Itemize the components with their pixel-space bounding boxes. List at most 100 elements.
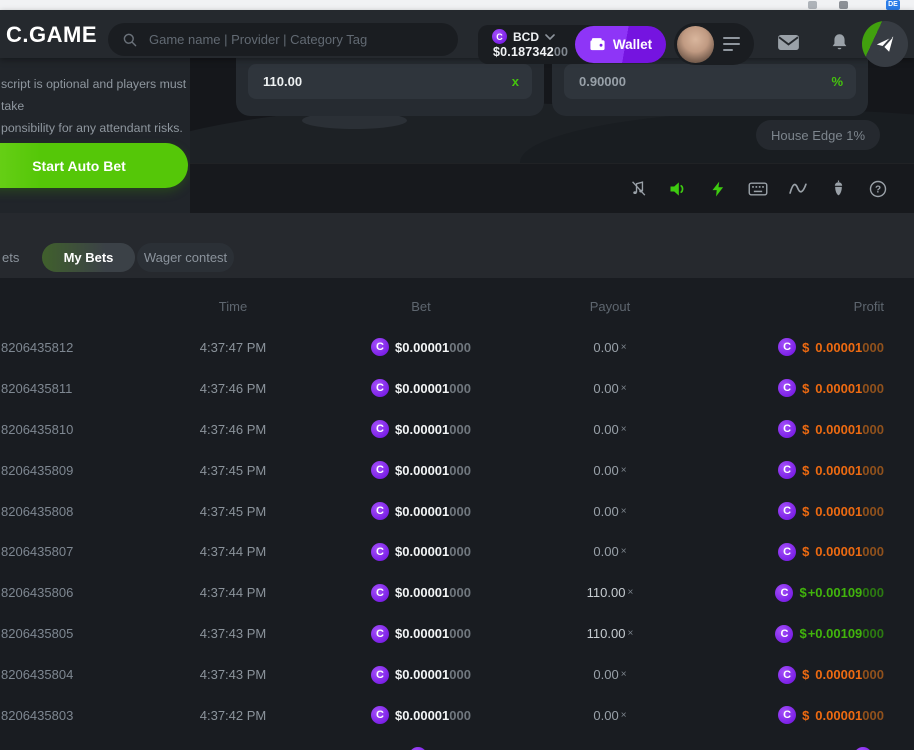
bet-id: 8206435803 [0, 695, 171, 736]
bet-profit: C $0.00001000 [709, 695, 884, 736]
browser-toolbar-strip: DE [0, 0, 914, 10]
bet-amount: C $0.00001000 [346, 654, 496, 695]
table-row[interactable]: 8206435810 4:37:46 PM C $0.00001000 0.00… [0, 409, 914, 450]
coin-icon: C [371, 625, 389, 643]
logo[interactable]: C.GAME [6, 22, 97, 48]
table-row[interactable]: 8206435803 4:37:42 PM C $0.00001000 0.00… [0, 695, 914, 736]
bet-id: 8206435808 [0, 491, 171, 532]
bet-profit: C $0.00001000 [709, 450, 884, 491]
bet-payout: 110.00× [540, 613, 680, 654]
bet-profit: C [709, 736, 884, 750]
coin-icon: C [778, 461, 796, 479]
win-chance-input-panel: % [552, 58, 868, 116]
mail-icon[interactable] [777, 34, 800, 51]
win-chance-field[interactable]: % [564, 64, 856, 99]
bet-payout: 110.00× [540, 572, 680, 613]
table-header: Time Bet Payout Profit [0, 292, 914, 320]
bet-profit: C $+0.00109000 [709, 572, 884, 613]
search-bar[interactable] [108, 23, 458, 56]
multiplier-suffix: x [512, 74, 519, 89]
menu-icon [723, 37, 740, 51]
bet-time [160, 736, 306, 750]
browser-extension-icon[interactable] [808, 1, 817, 9]
tab-wager-contest[interactable]: Wager contest [137, 243, 234, 272]
coin-icon: C [778, 420, 796, 438]
table-row[interactable]: 8206435807 4:37:44 PM C $0.00001000 0.00… [0, 531, 914, 572]
trends-icon[interactable] [788, 179, 808, 199]
turbo-bolt-icon[interactable] [708, 179, 728, 199]
bet-time: 4:37:46 PM [160, 368, 306, 409]
avatar[interactable] [677, 26, 714, 63]
house-edge-badge: House Edge 1% [756, 120, 880, 150]
coin-icon: C [775, 584, 793, 602]
balance-amount: $0.18734200 [493, 45, 568, 59]
chat-pennant-icon [874, 33, 896, 55]
coin-icon: C [371, 461, 389, 479]
chevron-down-icon [545, 34, 555, 40]
chat-toggle-button[interactable] [862, 21, 908, 67]
translate-de-badge[interactable]: DE [886, 0, 900, 10]
bet-profit: C $+0.00109000 [709, 613, 884, 654]
table-row[interactable]: 8206435805 4:37:43 PM C $0.00001000 110.… [0, 613, 914, 654]
bet-time: 4:37:44 PM [160, 572, 306, 613]
bet-id: 8206435807 [0, 531, 171, 572]
bet-payout [540, 736, 680, 750]
browser-profile-icon[interactable] [839, 1, 848, 9]
bets-table-body: 8206435812 4:37:47 PM C $0.00001000 0.00… [0, 327, 914, 750]
bet-time: 4:37:43 PM [160, 613, 306, 654]
bet-id: 8206435806 [0, 572, 171, 613]
coin-icon: C [778, 706, 796, 724]
bet-payout: 0.00× [540, 654, 680, 695]
game-area: x % House Edge 1% [190, 58, 914, 213]
table-row[interactable]: C C [0, 736, 914, 750]
hotkeys-keyboard-icon[interactable] [748, 179, 768, 199]
table-row[interactable]: 8206435812 4:37:47 PM C $0.00001000 0.00… [0, 327, 914, 368]
bet-payout: 0.00× [540, 531, 680, 572]
music-off-icon[interactable] [628, 179, 648, 199]
table-row[interactable]: 8206435806 4:37:44 PM C $0.00001000 110.… [0, 572, 914, 613]
seed-fairness-icon[interactable] [828, 179, 848, 199]
tab-my-bets[interactable]: My Bets [42, 243, 135, 272]
table-row[interactable]: 8206435811 4:37:46 PM C $0.00001000 0.00… [0, 368, 914, 409]
col-header-profit: Profit [709, 292, 884, 320]
bet-profit: C $0.00001000 [709, 368, 884, 409]
coin-icon: C [371, 666, 389, 684]
currency-row: C BCD [492, 29, 555, 44]
start-auto-bet-button[interactable]: Start Auto Bet [0, 143, 188, 188]
table-row[interactable]: 8206435808 4:37:45 PM C $0.00001000 0.00… [0, 491, 914, 532]
coin-icon: C [778, 543, 796, 561]
bet-profit: C $0.00001000 [709, 654, 884, 695]
bet-id: 8206435809 [0, 450, 171, 491]
search-input[interactable] [147, 31, 431, 48]
game-toolbar: ? [190, 163, 914, 213]
coin-icon: C [778, 502, 796, 520]
coin-icon: C [778, 338, 796, 356]
bet-amount: C $0.00001000 [346, 491, 496, 532]
sound-on-icon[interactable] [668, 179, 688, 199]
payout-input[interactable] [261, 73, 465, 90]
win-chance-input[interactable] [577, 73, 781, 90]
bet-amount: C $0.00001000 [346, 531, 496, 572]
svg-text:?: ? [875, 184, 881, 195]
user-menu[interactable] [674, 23, 754, 65]
coin-icon: C [371, 338, 389, 356]
table-row[interactable]: 8206435804 4:37:43 PM C $0.00001000 0.00… [0, 654, 914, 695]
payout-field[interactable]: x [248, 64, 532, 99]
wallet-icon [589, 37, 606, 52]
currency-code: BCD [513, 30, 539, 44]
wallet-button[interactable]: Wallet [575, 26, 666, 63]
coin-icon: C [371, 584, 389, 602]
bc-game-app: DE C.GAME C BCD $0.18734200 [0, 0, 914, 750]
table-row[interactable]: 8206435809 4:37:45 PM C $0.00001000 0.00… [0, 450, 914, 491]
bet-time: 4:37:42 PM [160, 695, 306, 736]
help-icon[interactable]: ? [868, 179, 888, 199]
coin-icon: C [371, 420, 389, 438]
bet-amount: C $0.00001000 [346, 572, 496, 613]
bet-amount: C [346, 736, 496, 750]
bet-profit: C $0.00001000 [709, 409, 884, 450]
bet-profit: C $0.00001000 [709, 531, 884, 572]
bell-icon[interactable] [829, 32, 850, 54]
bet-profit: C $0.00001000 [709, 327, 884, 368]
tab-all-bets-partial[interactable]: ets [2, 243, 19, 272]
bet-amount: C $0.00001000 [346, 327, 496, 368]
